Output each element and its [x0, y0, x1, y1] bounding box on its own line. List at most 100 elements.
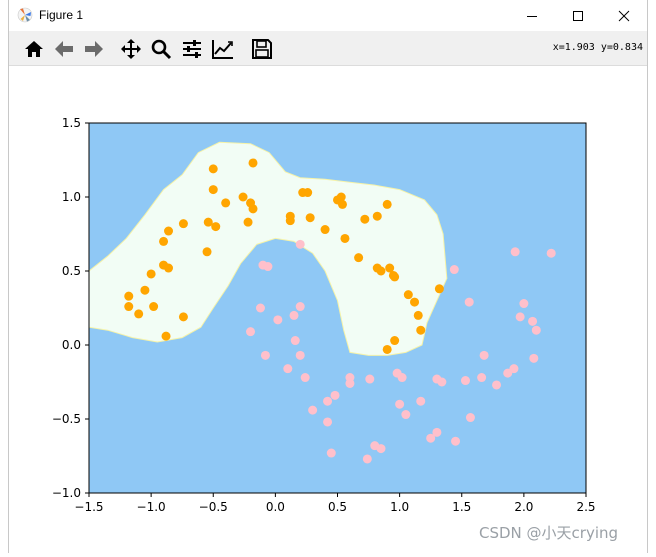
zoom-button[interactable] [148, 36, 174, 62]
data-point-class0 [124, 291, 134, 301]
data-point-class0 [164, 226, 174, 236]
x-tick-label: 2.0 [514, 500, 533, 514]
y-tick-label: −1.0 [52, 486, 81, 500]
data-point-class1 [449, 265, 459, 275]
data-point-class1 [401, 410, 411, 420]
data-point-class1 [528, 316, 538, 326]
data-point-class1 [515, 312, 525, 322]
data-point-class0 [372, 211, 382, 221]
x-tick-label: 1.0 [390, 500, 409, 514]
save-button[interactable] [249, 36, 275, 62]
data-point-class0 [416, 325, 426, 335]
data-point-class1 [529, 353, 539, 363]
figure-window: Figure 1 x=1.903 y=0.834 −1.5 −1.0 −0.5 … [8, 0, 648, 553]
configure-subplots-button[interactable] [179, 36, 205, 62]
data-point-class0 [243, 217, 253, 227]
x-tick-label: 1.5 [452, 500, 471, 514]
y-tick-label: 0.0 [62, 338, 81, 352]
x-tick-label: −1.5 [74, 500, 103, 514]
data-point-class0 [134, 309, 144, 319]
data-point-class0 [221, 198, 231, 208]
data-point-class0 [403, 290, 413, 300]
data-point-class1 [273, 315, 283, 325]
x-tick-label: 2.5 [576, 500, 595, 514]
y-tick-label: 1.0 [62, 190, 81, 204]
y-tick-label: 0.5 [62, 264, 81, 278]
navigation-toolbar: x=1.903 y=0.834 [9, 31, 647, 66]
data-point-class1 [451, 436, 461, 446]
forward-button[interactable] [81, 36, 107, 62]
home-button[interactable] [21, 36, 47, 62]
data-point-class1 [295, 350, 305, 360]
data-point-class1 [464, 297, 474, 307]
data-point-class0 [124, 302, 134, 312]
data-point-class0 [248, 204, 258, 214]
pan-button[interactable] [118, 36, 144, 62]
data-point-class1 [416, 396, 426, 406]
data-point-class1 [365, 374, 375, 384]
data-point-class1 [323, 396, 333, 406]
data-point-class1 [509, 364, 519, 374]
data-point-class0 [161, 331, 171, 341]
data-point-class1 [289, 310, 299, 320]
data-point-class0 [320, 225, 330, 235]
data-point-class0 [337, 199, 347, 209]
edit-axis-icon [212, 40, 233, 59]
data-point-class0 [376, 266, 386, 276]
data-point-class1 [290, 336, 300, 346]
data-point-class1 [330, 390, 340, 400]
pan-icon [121, 39, 141, 59]
maximize-button[interactable] [555, 0, 601, 31]
data-point-class1 [362, 454, 372, 464]
y-tick-label: −0.5 [52, 412, 81, 426]
x-tick-label: −1.0 [137, 500, 166, 514]
figure-canvas[interactable]: −1.5 −1.0 −0.5 0.0 0.5 1.0 1.5 2.0 2.5 1.5 1.0 0.5 0… [9, 66, 647, 553]
maximize-icon [573, 10, 583, 21]
data-point-class1 [479, 350, 489, 360]
data-point-class0 [382, 344, 392, 354]
data-point-class0 [410, 297, 420, 307]
data-point-class0 [354, 253, 364, 263]
close-button[interactable] [601, 0, 647, 31]
data-point-class1 [376, 444, 386, 454]
data-point-class0 [208, 164, 218, 174]
data-point-class0 [140, 285, 150, 295]
window-title: Figure 1 [39, 8, 84, 22]
data-point-class1 [531, 325, 541, 335]
data-point-class1 [395, 399, 405, 409]
data-point-class1 [263, 262, 273, 272]
edit-axis-button[interactable] [210, 36, 236, 62]
scatter-plot[interactable]: −1.5 −1.0 −0.5 0.0 0.5 1.0 1.5 2.0 2.51.51.00.50… [9, 66, 647, 553]
data-point-class0 [413, 310, 423, 320]
data-point-class1 [460, 376, 470, 386]
data-point-class0 [390, 272, 400, 282]
x-tick-label: 0.5 [328, 500, 347, 514]
y-tick-label: 1.5 [62, 116, 81, 130]
cursor-coordinates: x=1.903 y=0.834 [552, 42, 643, 53]
data-point-class1 [260, 350, 270, 360]
data-point-class0 [340, 233, 350, 243]
minimize-button[interactable] [509, 0, 555, 31]
x-tick-label: −0.5 [199, 500, 228, 514]
title-bar[interactable]: Figure 1 [9, 0, 647, 31]
data-point-class1 [295, 302, 305, 312]
data-point-class1 [345, 378, 355, 388]
data-point-class1 [546, 248, 556, 258]
save-icon [252, 39, 272, 59]
data-point-class1 [295, 239, 305, 249]
data-point-class0 [434, 284, 444, 294]
data-point-class0 [211, 222, 221, 232]
data-point-class0 [305, 213, 315, 223]
data-point-class1 [492, 380, 502, 390]
forward-arrow-icon [85, 41, 103, 57]
close-icon [618, 10, 630, 21]
configure-subplots-icon [183, 40, 201, 58]
data-point-class0 [248, 158, 258, 168]
back-button[interactable] [51, 36, 77, 62]
data-point-class0 [285, 216, 295, 226]
data-point-class1 [323, 417, 333, 427]
data-point-class0 [178, 219, 188, 229]
data-point-class0 [146, 269, 156, 279]
data-point-class0 [360, 214, 370, 224]
data-point-class1 [255, 303, 265, 313]
